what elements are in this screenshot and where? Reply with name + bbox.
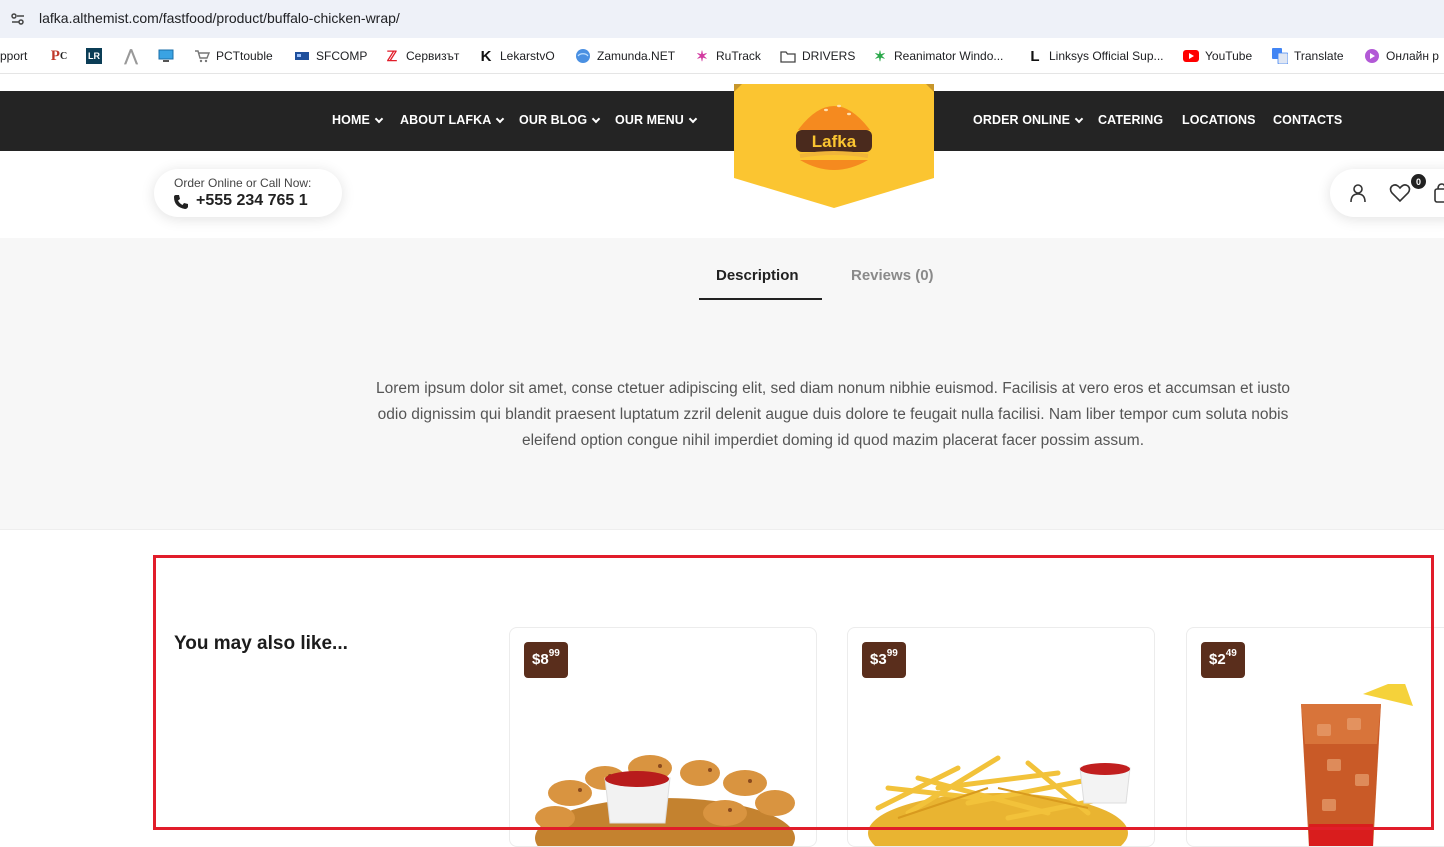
bookmark-rutrack[interactable]: ✶ RuTrack <box>694 47 761 65</box>
chevron-down-icon <box>374 114 384 123</box>
bookmark-label: Reanimator Windo... <box>894 49 1004 63</box>
nav-label: CONTACTS <box>1273 113 1343 127</box>
bookmark-label: DRIVERS <box>802 49 856 63</box>
bookmark-pc[interactable]: PC <box>51 47 67 65</box>
nav-item-contacts[interactable]: CONTACTS <box>1273 113 1342 127</box>
main-navigation: HOME ABOUT LAFKA OUR BLOG OUR MENU ORDER… <box>0 91 1444 151</box>
tab-reviews[interactable]: Reviews (0) <box>851 267 934 284</box>
wishlist-heart-icon[interactable] <box>1389 183 1411 203</box>
bookmark-label: LekarstvO <box>500 49 555 63</box>
url-text[interactable]: lafka.althemist.com/fastfood/product/buf… <box>39 10 400 26</box>
youtube-icon <box>1183 48 1199 64</box>
nav-item-locations[interactable]: LOCATIONS <box>1182 113 1256 127</box>
bookmark-label: Сервизът <box>406 49 460 63</box>
pc-logo-icon: PC <box>50 47 68 64</box>
bookmark-monitor[interactable] <box>158 47 174 65</box>
bookmark-label: Linksys Official Sup... <box>1049 49 1164 63</box>
site-settings-icon[interactable] <box>9 10 27 28</box>
bookmark-sfcomp[interactable]: SFCOMP <box>294 47 367 65</box>
chevron-down-icon <box>1074 114 1084 123</box>
chevron-down-icon <box>591 114 601 123</box>
address-bar: lafka.althemist.com/fastfood/product/buf… <box>0 0 1444 38</box>
tab-description[interactable]: Description <box>716 267 799 284</box>
bookmark-servizat[interactable]: ℤ Сервизът <box>384 47 460 65</box>
bookmark-youtube[interactable]: YouTube <box>1183 47 1252 65</box>
lr-logo-icon: LR <box>86 48 102 64</box>
nav-item-blog[interactable]: OUR BLOG <box>519 113 601 127</box>
nav-item-menu[interactable]: OUR MENU <box>615 113 698 127</box>
user-actions: 0 <box>1330 169 1444 217</box>
cart-icon <box>194 48 210 64</box>
address-bar-field[interactable]: lafka.althemist.com/fastfood/product/buf… <box>0 0 1444 38</box>
phone-icon <box>174 195 188 209</box>
globe-icon <box>575 48 591 64</box>
nav-item-catering[interactable]: CATERING <box>1098 113 1163 127</box>
folder-icon <box>780 48 796 64</box>
bookmark-label: Онлайн р <box>1386 49 1439 63</box>
bookmark-pctouble[interactable]: PCTtouble <box>194 47 273 65</box>
caret-icon: ⋀ <box>124 48 138 65</box>
site-logo[interactable]: Lafka <box>734 84 934 208</box>
nav-item-about[interactable]: ABOUT LAFKA <box>400 113 505 127</box>
bookmark-lekarstvo[interactable]: K LekarstvO <box>478 47 555 65</box>
bookmarks-bar: pport PC LR ⋀ PCTtouble SFCOMP ℤ Сервизът… <box>0 38 1444 74</box>
call-label: Order Online or Call Now: <box>174 176 312 190</box>
highlight-frame <box>153 555 1434 830</box>
bookmark-label: Translate <box>1294 49 1344 63</box>
bookmark-drivers[interactable]: DRIVERS <box>780 47 855 65</box>
nav-label: ORDER ONLINE <box>973 113 1071 127</box>
service-icon: ℤ <box>386 47 398 64</box>
logo-text: Lafka <box>812 132 857 151</box>
bookmark-lr[interactable]: LR <box>86 47 102 65</box>
chevron-down-icon <box>688 114 698 123</box>
nav-label: OUR MENU <box>615 113 684 127</box>
phone-number[interactable]: +555 234 765 1 <box>196 192 308 210</box>
bookmark-label: Zamunda.NET <box>597 49 676 63</box>
star-icon: ✶ <box>696 47 708 64</box>
bookmark-caret[interactable]: ⋀ <box>123 47 139 65</box>
nav-label: CATERING <box>1098 113 1164 127</box>
product-tabs-section: Description Reviews (0) Lorem ipsum dolo… <box>0 238 1444 530</box>
bookmark-translate[interactable]: Translate <box>1272 47 1344 65</box>
linksys-icon: L <box>1030 47 1040 65</box>
monitor-icon <box>158 48 174 64</box>
bookmark-zamunda[interactable]: Zamunda.NET <box>575 47 675 65</box>
translate-icon <box>1272 48 1288 64</box>
nav-label: ABOUT LAFKA <box>400 113 492 127</box>
sfcomp-icon <box>294 48 310 64</box>
nav-item-home[interactable]: HOME <box>332 113 384 127</box>
nav-label: LOCATIONS <box>1182 113 1256 127</box>
bookmark-reanimator[interactable]: ✶ Reanimator Windo... <box>872 47 1003 65</box>
k-logo-icon: K <box>480 47 492 65</box>
active-tab-indicator <box>699 298 822 300</box>
bookmark-linksys[interactable]: L Linksys Official Sup... <box>1027 47 1164 65</box>
user-account-icon[interactable] <box>1349 183 1367 203</box>
cart-bag-icon[interactable] <box>1433 183 1444 203</box>
bookmark-label: RuTrack <box>716 49 761 63</box>
bookmark-label: PCTtouble <box>216 49 273 63</box>
nav-label: OUR BLOG <box>519 113 588 127</box>
call-info: Order Online or Call Now: +555 234 765 1 <box>154 169 342 217</box>
bookmark-label: YouTube <box>1205 49 1253 63</box>
bookmark-label: SFCOMP <box>316 49 368 63</box>
product-description: Lorem ipsum dolor sit amet, conse ctetue… <box>375 380 1291 449</box>
bookmark-label: pport <box>0 49 28 63</box>
bookmark-online[interactable]: Онлайн р <box>1364 47 1439 65</box>
chevron-down-icon <box>496 114 505 123</box>
nav-item-order-online[interactable]: ORDER ONLINE <box>973 113 1084 127</box>
nav-label: HOME <box>332 113 370 127</box>
star-icon: ✶ <box>874 47 886 64</box>
bookmark-support[interactable]: pport <box>0 47 27 65</box>
play-icon <box>1364 48 1380 64</box>
wishlist-count-badge: 0 <box>1411 174 1426 189</box>
